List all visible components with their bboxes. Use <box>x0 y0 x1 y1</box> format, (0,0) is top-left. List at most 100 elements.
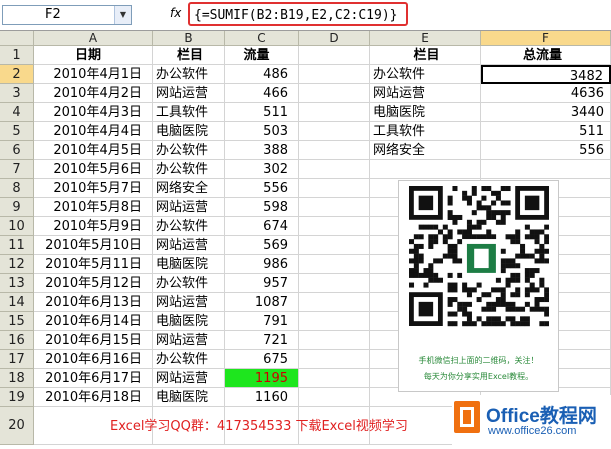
cell-b18[interactable]: 网站运营 <box>153 369 225 388</box>
column-header-b[interactable]: B <box>153 31 225 46</box>
row-header-15[interactable]: 15 <box>0 312 34 331</box>
cell-c14[interactable]: 1087 <box>225 293 299 312</box>
cell-d7[interactable] <box>299 160 370 179</box>
cell-c6[interactable]: 388 <box>225 141 299 160</box>
cell-b14[interactable]: 网站运营 <box>153 293 225 312</box>
cell-e7[interactable] <box>370 160 481 179</box>
cell-b17[interactable]: 办公软件 <box>153 350 225 369</box>
cell-d19[interactable] <box>299 388 370 407</box>
cell-d3[interactable] <box>299 84 370 103</box>
cell-a18[interactable]: 2010年6月17日 <box>34 369 153 388</box>
cell-c5[interactable]: 503 <box>225 122 299 141</box>
column-header-c[interactable]: C <box>225 31 299 46</box>
cell-d6[interactable] <box>299 141 370 160</box>
cell-a15[interactable]: 2010年6月14日 <box>34 312 153 331</box>
fx-icon[interactable]: fx <box>170 6 181 20</box>
cell-b11[interactable]: 网站运营 <box>153 236 225 255</box>
cell-c18[interactable]: 1195 <box>225 369 299 388</box>
cell-e4[interactable]: 电脑医院 <box>370 103 481 122</box>
cell-d8[interactable] <box>299 179 370 198</box>
cell-d18[interactable] <box>299 369 370 388</box>
cell-d1[interactable] <box>299 46 370 65</box>
cell-b6[interactable]: 办公软件 <box>153 141 225 160</box>
cell-e3[interactable]: 网站运营 <box>370 84 481 103</box>
cell-f2[interactable]: 3482 <box>481 65 611 84</box>
name-box[interactable]: F2 ▼ <box>2 5 132 25</box>
cell-a13[interactable]: 2010年5月12日 <box>34 274 153 293</box>
cell-b7[interactable]: 办公软件 <box>153 160 225 179</box>
cell-d11[interactable] <box>299 236 370 255</box>
cell-b2[interactable]: 办公软件 <box>153 65 225 84</box>
cell-d17[interactable] <box>299 350 370 369</box>
cell-b9[interactable]: 网站运营 <box>153 198 225 217</box>
cell-a6[interactable]: 2010年4月5日 <box>34 141 153 160</box>
row-header-9[interactable]: 9 <box>0 198 34 217</box>
cell-f5[interactable]: 511 <box>481 122 611 141</box>
row-header-5[interactable]: 5 <box>0 122 34 141</box>
cell-c12[interactable]: 986 <box>225 255 299 274</box>
cell-c9[interactable]: 598 <box>225 198 299 217</box>
chevron-down-icon[interactable]: ▼ <box>114 6 131 24</box>
cell-e1[interactable]: 栏目 <box>370 46 481 65</box>
cell-b3[interactable]: 网站运营 <box>153 84 225 103</box>
row-header-10[interactable]: 10 <box>0 217 34 236</box>
cell-b8[interactable]: 网络安全 <box>153 179 225 198</box>
cell-c13[interactable]: 957 <box>225 274 299 293</box>
cell-a1[interactable]: 日期 <box>34 46 153 65</box>
cell-a16[interactable]: 2010年6月15日 <box>34 331 153 350</box>
row-header-1[interactable]: 1 <box>0 46 34 65</box>
cell-a3[interactable]: 2010年4月2日 <box>34 84 153 103</box>
cell-c4[interactable]: 511 <box>225 103 299 122</box>
cell-b16[interactable]: 网站运营 <box>153 331 225 350</box>
row-header-7[interactable]: 7 <box>0 160 34 179</box>
cell-a7[interactable]: 2010年5月6日 <box>34 160 153 179</box>
cell-c1[interactable]: 流量 <box>225 46 299 65</box>
cell-b15[interactable]: 电脑医院 <box>153 312 225 331</box>
row-header-3[interactable]: 3 <box>0 84 34 103</box>
cell-c2[interactable]: 486 <box>225 65 299 84</box>
cell-c10[interactable]: 674 <box>225 217 299 236</box>
cell-e2[interactable]: 办公软件 <box>370 65 481 84</box>
row-header-18[interactable]: 18 <box>0 369 34 388</box>
cell-b19[interactable]: 电脑医院 <box>153 388 225 407</box>
cell-d14[interactable] <box>299 293 370 312</box>
row-header-12[interactable]: 12 <box>0 255 34 274</box>
row-header-2[interactable]: 2 <box>0 65 34 84</box>
cell-f7[interactable] <box>481 160 611 179</box>
row-header-14[interactable]: 14 <box>0 293 34 312</box>
formula-input[interactable]: {=SUMIF(B2:B19,E2,C2:C19)} <box>188 2 408 26</box>
row-header-20[interactable]: 20 <box>0 407 34 445</box>
cell-a5[interactable]: 2010年4月4日 <box>34 122 153 141</box>
cell-b12[interactable]: 电脑医院 <box>153 255 225 274</box>
cell-c15[interactable]: 791 <box>225 312 299 331</box>
select-all-corner[interactable] <box>0 31 34 46</box>
cell-d13[interactable] <box>299 274 370 293</box>
cell-c8[interactable]: 556 <box>225 179 299 198</box>
row-header-11[interactable]: 11 <box>0 236 34 255</box>
cell-d2[interactable] <box>299 65 370 84</box>
row-header-16[interactable]: 16 <box>0 331 34 350</box>
row-header-6[interactable]: 6 <box>0 141 34 160</box>
cell-b5[interactable]: 电脑医院 <box>153 122 225 141</box>
cell-c7[interactable]: 302 <box>225 160 299 179</box>
column-header-e[interactable]: E <box>370 31 481 46</box>
cell-e6[interactable]: 网络安全 <box>370 141 481 160</box>
cell-a8[interactable]: 2010年5月7日 <box>34 179 153 198</box>
cell-f1[interactable]: 总流量 <box>481 46 611 65</box>
cell-c11[interactable]: 569 <box>225 236 299 255</box>
cell-a14[interactable]: 2010年6月13日 <box>34 293 153 312</box>
row-header-8[interactable]: 8 <box>0 179 34 198</box>
cell-f6[interactable]: 556 <box>481 141 611 160</box>
column-header-a[interactable]: A <box>34 31 153 46</box>
cell-d5[interactable] <box>299 122 370 141</box>
cell-d10[interactable] <box>299 217 370 236</box>
cell-b4[interactable]: 工具软件 <box>153 103 225 122</box>
row-header-4[interactable]: 4 <box>0 103 34 122</box>
cell-c3[interactable]: 466 <box>225 84 299 103</box>
cell-a12[interactable]: 2010年5月11日 <box>34 255 153 274</box>
cell-a17[interactable]: 2010年6月16日 <box>34 350 153 369</box>
cell-d9[interactable] <box>299 198 370 217</box>
cell-d16[interactable] <box>299 331 370 350</box>
column-header-f[interactable]: F <box>481 31 611 46</box>
cell-e5[interactable]: 工具软件 <box>370 122 481 141</box>
